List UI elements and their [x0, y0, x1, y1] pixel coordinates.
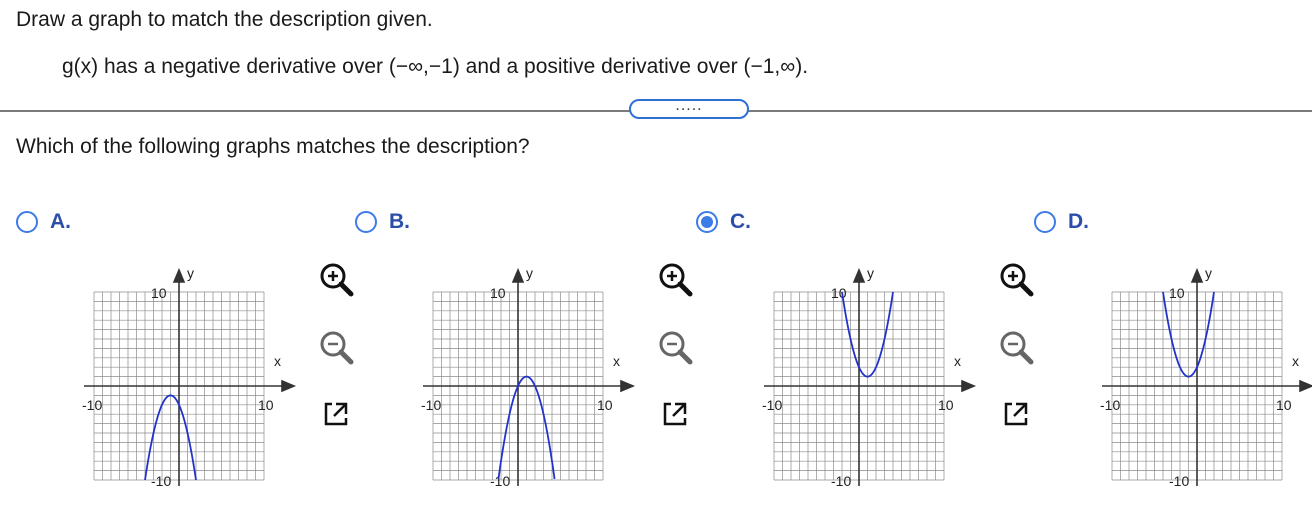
question-text: Which of the following graphs matches th… [16, 135, 530, 158]
option-a[interactable]: A. y x -10 10 10 -10 [16, 210, 354, 510]
open-new-window-icon[interactable] [655, 394, 695, 434]
y-min-label: -10 [490, 473, 510, 489]
instruction-text: Draw a graph to match the description gi… [16, 8, 433, 31]
graph-thumbnail: y x -10 10 10 -10 [1100, 265, 1312, 489]
zoom-in-icon[interactable] [996, 260, 1036, 300]
y-axis-label: y [187, 265, 194, 281]
option-letter: C. [730, 210, 751, 233]
option-header[interactable]: D. [1034, 210, 1089, 234]
y-max-label: 10 [490, 285, 506, 301]
radio-button[interactable] [355, 211, 377, 233]
axes [84, 267, 297, 486]
x-axis-label: x [1292, 353, 1299, 369]
x-max-label: 10 [597, 397, 613, 413]
radio-button[interactable] [696, 211, 718, 233]
open-new-window-icon[interactable] [996, 394, 1036, 434]
y-axis-label: y [1205, 265, 1212, 281]
expand-button[interactable]: ..... [629, 98, 749, 119]
zoom-in-icon[interactable] [655, 260, 695, 300]
x-min-label: -10 [421, 397, 441, 413]
x-max-label: 10 [938, 397, 954, 413]
x-axis-label: x [274, 353, 281, 369]
x-max-label: 10 [1276, 397, 1292, 413]
y-max-label: 10 [1169, 285, 1185, 301]
open-new-window-icon[interactable] [316, 394, 356, 434]
x-axis-label: x [613, 353, 620, 369]
option-letter: B. [389, 210, 410, 233]
axes [1102, 267, 1312, 486]
x-min-label: -10 [1100, 397, 1120, 413]
graph-thumbnail: y x -10 10 10 -10 [82, 265, 297, 489]
option-header[interactable]: B. [355, 210, 410, 234]
zoom-in-icon[interactable] [316, 260, 356, 300]
option-header[interactable]: A. [16, 210, 71, 234]
x-min-label: -10 [82, 397, 102, 413]
option-letter: A. [50, 210, 71, 233]
axes [423, 267, 636, 486]
y-max-label: 10 [831, 285, 847, 301]
option-b[interactable]: B. y x -10 10 10 -10 [355, 210, 693, 510]
y-axis-label: y [867, 265, 874, 281]
function-description: g(x) has a negative derivative over (−∞,… [62, 55, 809, 78]
x-min-label: -10 [762, 397, 782, 413]
y-min-label: -10 [151, 473, 171, 489]
option-d[interactable]: D. y x -10 10 10 -10 [1034, 210, 1312, 510]
x-max-label: 10 [258, 397, 274, 413]
option-header[interactable]: C. [696, 210, 751, 234]
y-max-label: 10 [151, 285, 167, 301]
radio-button[interactable] [16, 211, 38, 233]
x-axis-label: x [954, 353, 961, 369]
zoom-out-icon[interactable] [996, 328, 1036, 368]
graph-thumbnail: y x -10 10 10 -10 [421, 265, 636, 489]
y-min-label: -10 [831, 473, 851, 489]
radio-button[interactable] [1034, 211, 1056, 233]
axes [764, 267, 977, 486]
y-min-label: -10 [1169, 473, 1189, 489]
graph-thumbnail: y x -10 10 10 -10 [762, 265, 977, 489]
zoom-out-icon[interactable] [655, 328, 695, 368]
option-c[interactable]: C. y x -10 10 10 -10 [696, 210, 1034, 510]
y-axis-label: y [526, 265, 533, 281]
option-letter: D. [1068, 210, 1089, 233]
zoom-out-icon[interactable] [316, 328, 356, 368]
